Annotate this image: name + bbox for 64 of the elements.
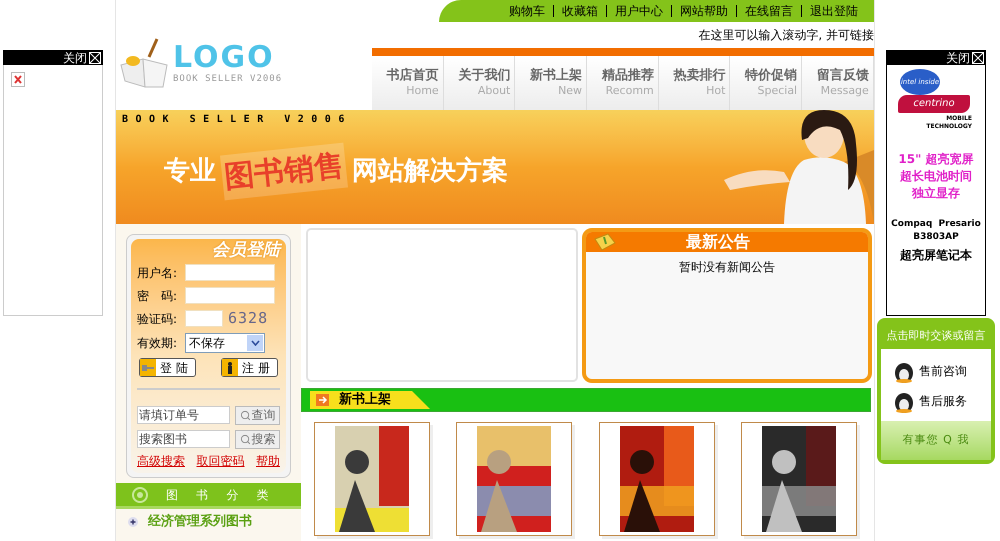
field-label: 用户名: xyxy=(137,264,178,282)
book-card[interactable] xyxy=(314,422,430,536)
close-link[interactable]: 关闭 xyxy=(63,52,87,64)
slogan-highlight: 图书销售 xyxy=(220,142,348,200)
top-link[interactable]: 用户中心 xyxy=(606,5,671,17)
person-icon xyxy=(227,362,233,374)
top-link[interactable]: 网站帮助 xyxy=(671,5,736,17)
top-link[interactable]: 退出登陆 xyxy=(801,5,866,17)
model-text: B3803AP xyxy=(913,231,959,244)
top-link[interactable]: 收藏箱 xyxy=(553,5,606,17)
top-link[interactable]: 购物车 xyxy=(501,5,553,17)
expand-icon xyxy=(128,517,138,527)
chat-title: 点击即时交谈或留言 xyxy=(886,328,986,344)
ad-text: 超长电池时间 xyxy=(900,168,972,185)
search-button[interactable]: 搜索 xyxy=(235,430,280,448)
book-icon xyxy=(594,233,616,251)
input-field[interactable] xyxy=(185,310,223,327)
expiry-select[interactable]: 不保存 xyxy=(185,333,265,353)
chevron-icon xyxy=(250,340,260,346)
notice-title: 最新公告 xyxy=(686,232,750,253)
text-link[interactable]: 高级搜索 xyxy=(137,452,185,470)
close-link[interactable]: 关闭 xyxy=(946,52,970,64)
search-button[interactable]: 查询 xyxy=(235,406,280,424)
chat-footer: 有事您 Q 我 xyxy=(881,420,991,460)
input-field[interactable] xyxy=(185,287,275,304)
model-text: Compaq Presario xyxy=(891,218,981,231)
captcha-code: 6328 xyxy=(228,308,268,330)
login-button[interactable]: 登 陆 xyxy=(139,358,196,377)
book-card[interactable] xyxy=(598,422,715,536)
slogan-text: 专业 xyxy=(164,155,216,188)
broken-image-icon xyxy=(11,72,25,87)
input-field[interactable] xyxy=(185,264,275,281)
slogan-text: 网站解决方案 xyxy=(352,155,508,188)
ad-text: 15" 超亮宽屏 xyxy=(898,151,974,168)
field-label: 有效期: xyxy=(137,335,178,352)
arrow-icon xyxy=(316,394,329,406)
search-field[interactable]: 搜索图书 xyxy=(137,430,230,448)
register-button[interactable]: 注 册 xyxy=(221,358,278,377)
section-title: 新书上架 xyxy=(339,390,391,410)
text-link[interactable]: 取回密码 xyxy=(196,452,244,470)
banner-caption: BOOK SELLER V2006 xyxy=(121,113,353,127)
key-icon xyxy=(142,364,154,370)
category-header: 图 书 分 类 xyxy=(116,483,301,509)
top-link[interactable]: 在线留言 xyxy=(736,5,801,17)
logo-text: LOGO xyxy=(173,43,275,74)
book-card[interactable] xyxy=(740,422,857,536)
ad-text: 独立显存 xyxy=(912,185,960,202)
target-icon xyxy=(132,486,148,502)
search-icon xyxy=(240,410,250,420)
text-link[interactable]: 帮助 xyxy=(256,452,280,470)
search-icon xyxy=(240,434,250,444)
chat-contact[interactable]: 售后服务 xyxy=(893,388,991,412)
field-label: 密 码: xyxy=(137,288,178,304)
login-title: 会员登陆 xyxy=(212,239,280,261)
search-field[interactable]: 请填订单号 xyxy=(137,406,230,424)
marquee-text[interactable]: 在这里可以输入滚动字, 并可链接 xyxy=(698,26,874,44)
ad-tagline: 超亮屏笔记本 xyxy=(900,247,972,264)
close-icon[interactable] xyxy=(972,52,984,64)
field-label: 验证码: xyxy=(137,310,178,328)
chat-contact[interactable]: 售前咨询 xyxy=(893,358,991,382)
logo-band: centrino xyxy=(898,95,970,113)
close-icon[interactable] xyxy=(89,52,101,64)
notice-text: 暂时没有新闻公告 xyxy=(678,259,776,276)
logo-subtitle: BOOK SELLER V2006 xyxy=(173,73,282,86)
